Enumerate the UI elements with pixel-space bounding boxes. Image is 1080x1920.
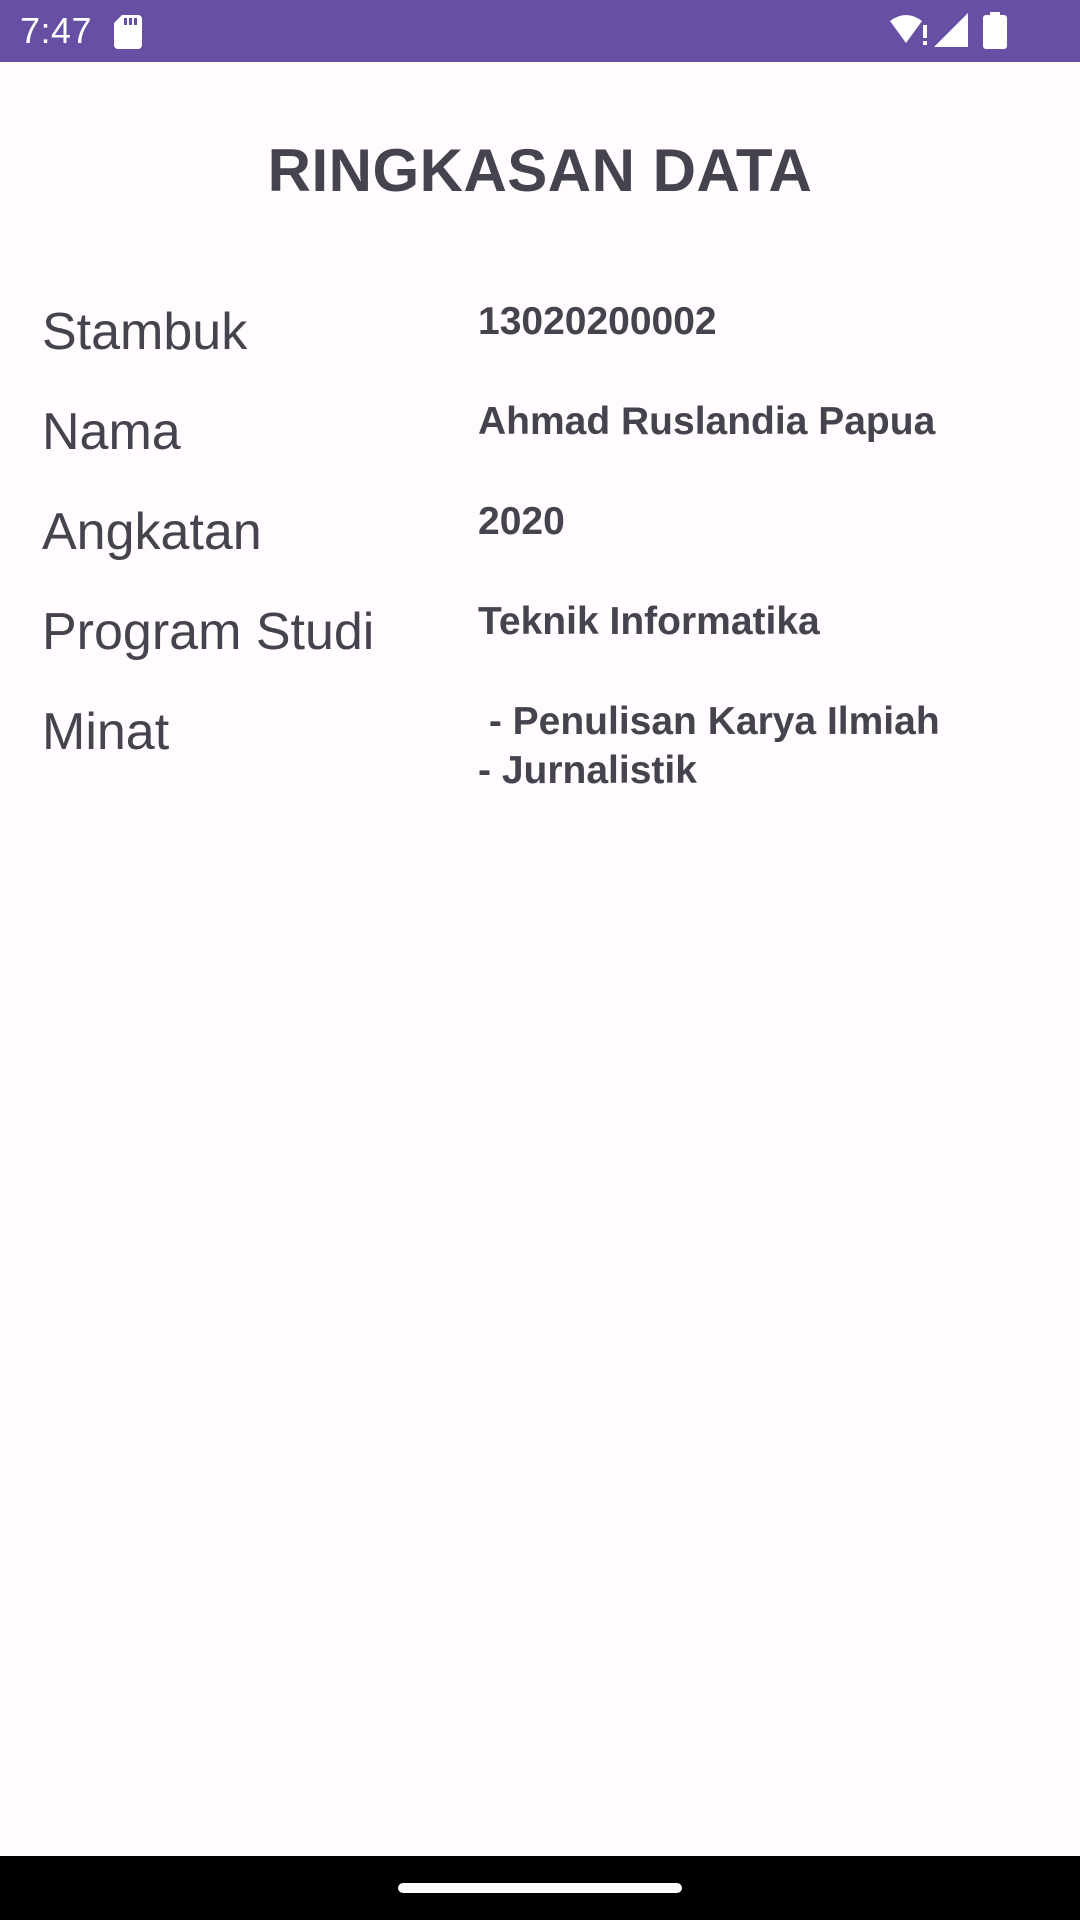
nama-value: Ahmad Ruslandia Papua [478,400,936,443]
sd-card-icon [114,15,142,49]
wifi-icon [890,15,927,45]
signal-icon [934,13,968,47]
page-title: RINGKASAN DATA [267,137,813,204]
status-bar: 7:47 [0,0,1080,62]
angkatan-label: Angkatan [42,503,262,561]
home-handle[interactable] [398,1883,682,1893]
angkatan-value: 2020 [478,500,565,543]
stambuk-value: 13020200002 [478,300,717,343]
nama-label: Nama [42,403,181,461]
program-studi-value: Teknik Informatika [478,600,820,643]
minat-label: Minat [42,703,170,761]
program-studi-label: Program Studi [42,603,375,661]
status-time: 7:47 [20,10,93,51]
battery-icon [983,12,1007,49]
minat-value: - Penulisan Karya Ilmiah - Jurnalistik [478,700,940,792]
stambuk-label: Stambuk [42,303,248,361]
